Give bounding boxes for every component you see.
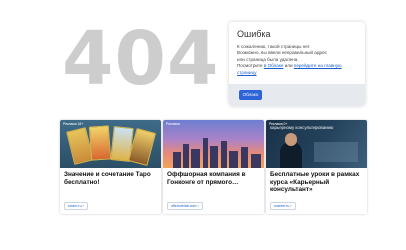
building-shape (183, 144, 189, 168)
ad-site-button[interactable]: rcareer.ru › (270, 202, 296, 210)
error-line-4-prefix: Посмотрите (237, 63, 264, 69)
error-dialog: Ошибка К сожалению, такой страницы нет. … (229, 22, 365, 106)
building-shape (203, 138, 208, 168)
ad-card-tarot[interactable]: Реклама 18+ Значение и сочетание Таро бе… (60, 120, 161, 214)
error-line-4-mid: или (283, 63, 294, 69)
city-image: Реклама (163, 120, 264, 168)
ad-title: Значение и сочетание Таро бесплатно! (64, 171, 151, 186)
ad-label: Реклама (166, 122, 180, 126)
error-dialog-footer: Облако (229, 84, 365, 106)
error-page: 404 Ошибка К сожалению, такой страницы н… (0, 0, 406, 250)
ad-label: Реклама 18+ (63, 122, 84, 126)
ad-site-button[interactable]: offshorelab.com › (167, 202, 203, 210)
building-shape (221, 141, 227, 168)
building-shape (251, 154, 261, 168)
error-dialog-body: Ошибка К сожалению, такой страницы нет. … (229, 22, 365, 84)
ad-cards: Реклама 18+ Значение и сочетание Таро бе… (60, 120, 368, 214)
ad-card-offshore[interactable]: Реклама Оффшорная компания в Гонконге от… (163, 120, 264, 214)
home-link-continued[interactable]: страницу (237, 70, 257, 75)
error-message: К сожалению, такой страницы нет. Возможн… (237, 44, 357, 76)
building-shape (173, 152, 181, 168)
error-title: Ошибка (237, 29, 271, 39)
career-image: карьерному консультированию Реклама 0+ (266, 120, 367, 168)
ad-title: Оффшорная компания в Гонконге от прямого… (167, 171, 246, 186)
ad-title: Бесплатные уроки в рамках курса «Карьерн… (270, 171, 360, 194)
building-shape (241, 147, 248, 168)
ad-card-career[interactable]: карьерному консультированию Реклама 0+ Б… (266, 120, 367, 214)
error-code: 404 (62, 16, 220, 102)
ad-label: Реклама 0+ (269, 122, 288, 126)
tarot-image: Реклама 18+ (60, 120, 161, 168)
cloud-button[interactable]: Облако (239, 90, 262, 100)
home-link[interactable]: перейдите на главную (294, 63, 342, 68)
building-shape (210, 146, 218, 168)
ad-site-button[interactable]: rutaro.ru › (64, 202, 88, 210)
tarot-card-shape (88, 125, 112, 161)
building-shape (229, 151, 238, 168)
cloud-link[interactable]: в Облаке (264, 63, 284, 68)
building-shape (191, 149, 200, 168)
person-head (285, 133, 297, 146)
window-light (314, 142, 358, 162)
